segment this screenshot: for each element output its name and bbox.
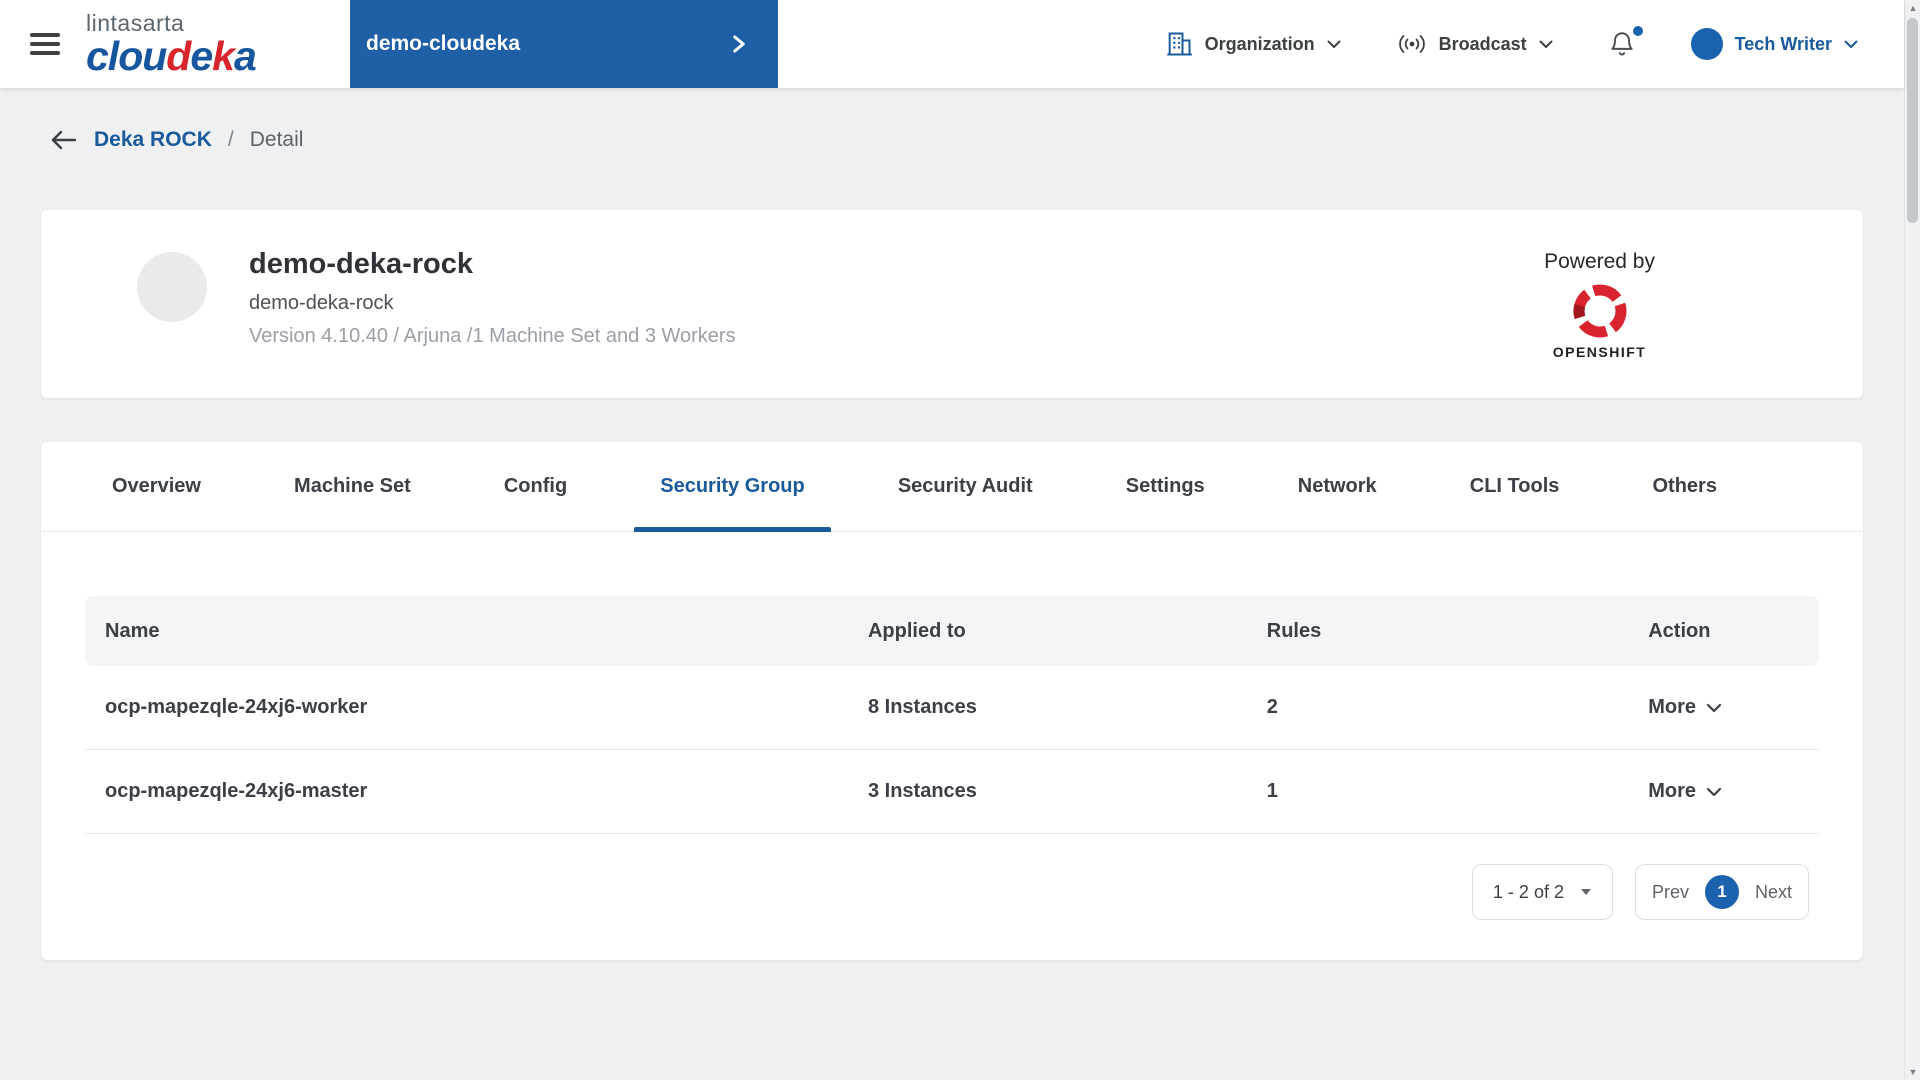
row-rules: 2 bbox=[1266, 696, 1278, 718]
chevron-down-icon bbox=[1706, 703, 1722, 713]
page-range-label: 1 - 2 of 2 bbox=[1492, 881, 1564, 902]
navbar-right-cluster: Organization Broadcast Tech Writer bbox=[1165, 26, 1858, 60]
chevron-right-icon bbox=[732, 34, 746, 54]
cloudeka-part: d bbox=[166, 32, 191, 79]
project-selector-label: demo-cloudeka bbox=[366, 32, 521, 55]
more-actions-button[interactable]: More bbox=[1648, 696, 1722, 719]
cloudeka-part: a bbox=[233, 32, 257, 79]
broadcast-label: Broadcast bbox=[1438, 33, 1527, 54]
user-menu[interactable]: Tech Writer bbox=[1690, 28, 1858, 60]
tab-bar: Overview Machine Set Config Security Gro… bbox=[41, 442, 1863, 532]
scrollbar-up-arrow-icon[interactable]: ▲ bbox=[1905, 3, 1920, 13]
back-arrow-icon[interactable] bbox=[48, 128, 78, 152]
row-rules: 1 bbox=[1266, 780, 1278, 802]
pagination: 1 - 2 of 2 Prev 1 Next bbox=[41, 864, 1809, 920]
tab-network[interactable]: Network bbox=[1272, 442, 1403, 531]
column-header-action: Action bbox=[1648, 619, 1711, 642]
row-name: ocp-mapezqle-24xj6-worker bbox=[105, 696, 368, 718]
organization-label: Organization bbox=[1204, 33, 1315, 54]
cluster-header-card: demo-deka-rock demo-deka-rock Version 4.… bbox=[41, 210, 1863, 398]
cluster-info: demo-deka-rock demo-deka-rock Version 4.… bbox=[249, 248, 736, 398]
broadcast-icon bbox=[1397, 33, 1427, 55]
openshift-wordmark: OPENSHIFT bbox=[1552, 344, 1647, 360]
project-selector[interactable]: demo-cloudeka bbox=[350, 0, 778, 88]
openshift-logo-icon bbox=[1544, 280, 1655, 342]
brand-logo: lintasarta cloudeka bbox=[86, 9, 257, 79]
breadcrumb: Deka ROCK / Detail bbox=[48, 128, 303, 152]
table-row: ocp-mapezqle-24xj6-master 3 Instances 1 … bbox=[85, 750, 1819, 834]
chevron-down-icon bbox=[1327, 40, 1341, 49]
tab-security-audit[interactable]: Security Audit bbox=[872, 442, 1059, 531]
bell-icon bbox=[1609, 30, 1635, 58]
chevron-down-icon bbox=[1844, 40, 1858, 49]
tab-overview[interactable]: Overview bbox=[86, 442, 227, 531]
hamburger-menu-icon[interactable] bbox=[30, 28, 60, 60]
column-header-name: Name bbox=[105, 619, 160, 642]
caret-down-icon bbox=[1580, 888, 1592, 896]
user-name-label: Tech Writer bbox=[1734, 33, 1832, 54]
tab-others[interactable]: Others bbox=[1626, 442, 1742, 531]
cluster-subtitle: demo-deka-rock bbox=[249, 292, 394, 314]
cloudeka-wordmark: cloudeka bbox=[86, 32, 257, 79]
table-row: ocp-mapezqle-24xj6-worker 8 Instances 2 … bbox=[85, 666, 1819, 750]
avatar bbox=[1690, 28, 1723, 60]
breadcrumb-separator: / bbox=[227, 128, 234, 151]
breadcrumb-current: Detail bbox=[249, 128, 304, 151]
cloudeka-part: k bbox=[212, 32, 235, 79]
row-applied-to: 8 Instances bbox=[867, 696, 977, 718]
cluster-meta: Version 4.10.40 / Arjuna /1 Machine Set … bbox=[249, 325, 736, 347]
next-page-button[interactable]: Next bbox=[1755, 882, 1792, 903]
top-navbar: lintasarta cloudeka demo-cloudeka Organi… bbox=[0, 0, 1904, 88]
pager: Prev 1 Next bbox=[1634, 864, 1809, 920]
prev-page-button[interactable]: Prev bbox=[1652, 882, 1689, 903]
tab-settings[interactable]: Settings bbox=[1100, 442, 1231, 531]
scrollbar-down-arrow-icon[interactable]: ▼ bbox=[1905, 1067, 1920, 1077]
page-range-dropdown[interactable]: 1 - 2 of 2 bbox=[1471, 864, 1613, 920]
cloudeka-part: clou bbox=[86, 32, 167, 79]
chevron-down-icon bbox=[1706, 787, 1722, 797]
tab-cli-tools[interactable]: CLI Tools bbox=[1444, 442, 1586, 531]
vertical-scrollbar[interactable]: ▲ ▼ bbox=[1904, 0, 1920, 1080]
security-group-table: Name Applied to Rules Action ocp-mapezql… bbox=[85, 596, 1819, 834]
notifications-button[interactable] bbox=[1609, 26, 1643, 58]
row-applied-to: 3 Instances bbox=[867, 780, 977, 802]
table-header-row: Name Applied to Rules Action bbox=[85, 596, 1819, 666]
more-label: More bbox=[1648, 780, 1697, 802]
tab-config[interactable]: Config bbox=[478, 442, 593, 531]
tab-machine-set[interactable]: Machine Set bbox=[268, 442, 437, 531]
broadcast-menu[interactable]: Broadcast bbox=[1397, 33, 1553, 55]
lintasarta-wordmark: lintasarta bbox=[86, 9, 185, 36]
row-name: ocp-mapezqle-24xj6-master bbox=[105, 780, 368, 802]
chevron-down-icon bbox=[1539, 40, 1553, 49]
more-label: More bbox=[1648, 696, 1697, 718]
notification-dot bbox=[1632, 26, 1643, 36]
detail-tabs-card: Overview Machine Set Config Security Gro… bbox=[41, 442, 1863, 960]
powered-by-block: Powered by OPENSHIFT bbox=[1544, 250, 1655, 360]
cluster-avatar-placeholder bbox=[137, 252, 207, 322]
building-icon bbox=[1165, 30, 1193, 58]
tab-security-group[interactable]: Security Group bbox=[634, 442, 832, 532]
current-page-button[interactable]: 1 bbox=[1704, 875, 1739, 909]
organization-menu[interactable]: Organization bbox=[1165, 30, 1341, 58]
powered-by-label: Powered by bbox=[1544, 250, 1655, 273]
more-actions-button[interactable]: More bbox=[1648, 780, 1722, 803]
scrollbar-thumb[interactable] bbox=[1907, 18, 1918, 223]
column-header-applied-to: Applied to bbox=[867, 619, 966, 642]
column-header-rules: Rules bbox=[1266, 619, 1322, 642]
cloudeka-part: e bbox=[190, 32, 213, 79]
breadcrumb-parent-link[interactable]: Deka ROCK bbox=[94, 128, 212, 152]
cluster-title: demo-deka-rock bbox=[249, 248, 474, 280]
